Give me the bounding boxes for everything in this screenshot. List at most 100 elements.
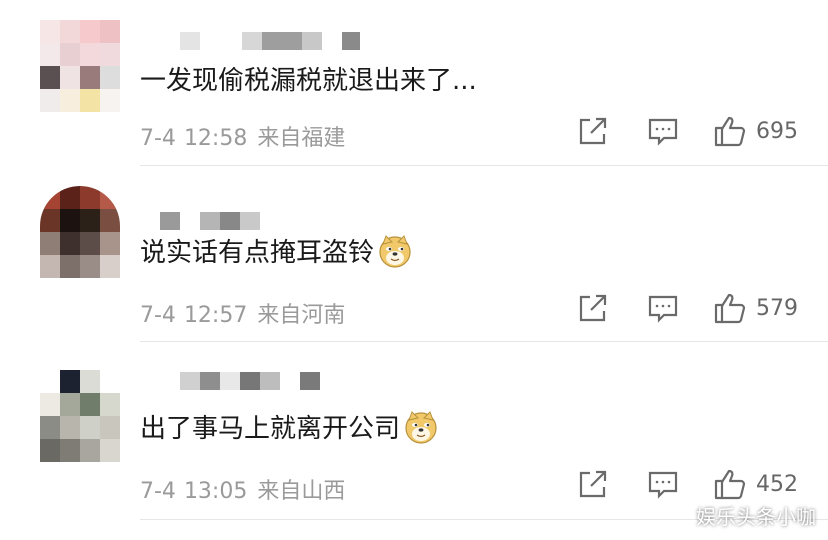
comment-bubble-icon [648,118,678,146]
avatar-pixel [100,370,120,393]
comment-bubble-icon [648,295,678,323]
comment-text: 说实话有点掩耳盗铃 [140,232,412,269]
avatar-pixel [60,370,80,393]
thumbs-up-icon [714,469,746,500]
avatar-pixel [40,43,60,66]
comment-text: 一发现偷税漏税就退出来了... [140,60,477,97]
comment-time: 12:57 [183,303,248,328]
comment-date: 7-4 [140,126,176,151]
avatar-pixel [60,89,80,112]
avatar-pixel [100,255,120,278]
comment-item: 说实话有点掩耳盗铃 7-4 12:57 来自河南 579 [0,166,828,342]
avatar-pixel [40,209,60,232]
avatar-pixel [80,393,100,416]
like-button[interactable]: 452 [712,464,798,504]
avatar-pixel [100,232,120,255]
avatar-pixel [80,66,100,89]
avatar-pixel [40,232,60,255]
avatar-pixel [60,186,80,209]
comment-actions: 452 [576,464,816,504]
share-square-icon [579,117,607,145]
avatar-pixel [40,66,60,89]
comment-meta: 7-4 12:57 来自河南 [140,297,355,329]
avatar-pixel [60,209,80,232]
avatar[interactable] [40,20,120,112]
repost-button[interactable] [576,464,610,504]
comment-item: 出了事马上就离开公司 7-4 13:05 来自山西 452 [0,342,828,520]
avatar-pixel [80,20,100,43]
comment-actions: 579 [576,288,816,328]
avatar-pixel [100,20,120,43]
avatar-pixel [100,43,120,66]
comment-meta: 7-4 13:05 来自山西 [140,473,355,505]
avatar-pixel [80,89,100,112]
avatar-pixel [80,43,100,66]
comment-location: 来自福建 [257,126,346,151]
like-count: 452 [756,471,798,497]
comment-text-content: 出了事马上就离开公司 [140,414,401,444]
avatar-pixel [60,439,80,462]
avatar-pixel [60,20,80,43]
avatar[interactable] [40,370,120,462]
avatar-pixel [40,393,60,416]
comment-date: 7-4 [140,479,176,504]
avatar-pixel [40,439,60,462]
comment-item: 一发现偷税漏税就退出来了... 7-4 12:58 来自福建 695 [0,0,828,166]
avatar-pixel [80,186,100,209]
comment-actions: 695 [576,111,816,151]
avatar-pixel [80,416,100,439]
doge-emoji-icon [379,234,411,268]
thumbs-up-icon [714,116,746,147]
comment-button[interactable] [646,464,680,504]
avatar-pixel [60,393,80,416]
repost-button[interactable] [576,111,610,151]
avatar-pixel [40,20,60,43]
comment-time: 12:58 [183,126,248,151]
share-square-icon [579,470,607,498]
avatar-pixel [100,209,120,232]
comment-button[interactable] [646,111,680,151]
like-count: 579 [756,295,798,321]
thumbs-up-icon [714,293,746,324]
avatar-pixel [80,439,100,462]
comment-bubble-icon [648,471,678,499]
avatar-pixel [60,255,80,278]
avatar-pixel [40,255,60,278]
avatar[interactable] [40,186,120,278]
avatar-pixel [100,416,120,439]
avatar-pixel [40,370,60,393]
avatar-pixel [60,43,80,66]
comment-text: 出了事马上就离开公司 [140,408,438,445]
avatar-pixel [80,232,100,255]
like-button[interactable]: 695 [712,111,798,151]
like-count: 695 [756,118,798,144]
avatar-pixel [60,416,80,439]
avatar-pixel [80,370,100,393]
comment-text-content: 说实话有点掩耳盗铃 [140,238,375,268]
avatar-pixel [40,416,60,439]
avatar-pixel [100,66,120,89]
watermark: 娱乐头条小咖 [696,505,816,529]
comment-text-content: 一发现偷税漏税就退出来了... [140,66,477,96]
comment-location: 来自山西 [257,479,346,504]
avatar-pixel [60,232,80,255]
repost-button[interactable] [576,288,610,328]
comment-date: 7-4 [140,303,176,328]
avatar-pixel [40,186,60,209]
like-button[interactable]: 579 [712,288,798,328]
comment-button[interactable] [646,288,680,328]
avatar-pixel [100,439,120,462]
avatar-pixel [40,89,60,112]
avatar-pixel [100,89,120,112]
share-square-icon [579,294,607,322]
avatar-pixel [80,209,100,232]
comment-location: 来自河南 [257,303,346,328]
username-blurred[interactable] [180,372,320,390]
avatar-pixel [100,186,120,209]
avatar-pixel [100,393,120,416]
comment-time: 13:05 [183,479,248,504]
username-blurred[interactable] [160,212,260,230]
username-blurred[interactable] [180,32,360,50]
avatar-pixel [80,255,100,278]
doge-emoji-icon [405,410,437,444]
